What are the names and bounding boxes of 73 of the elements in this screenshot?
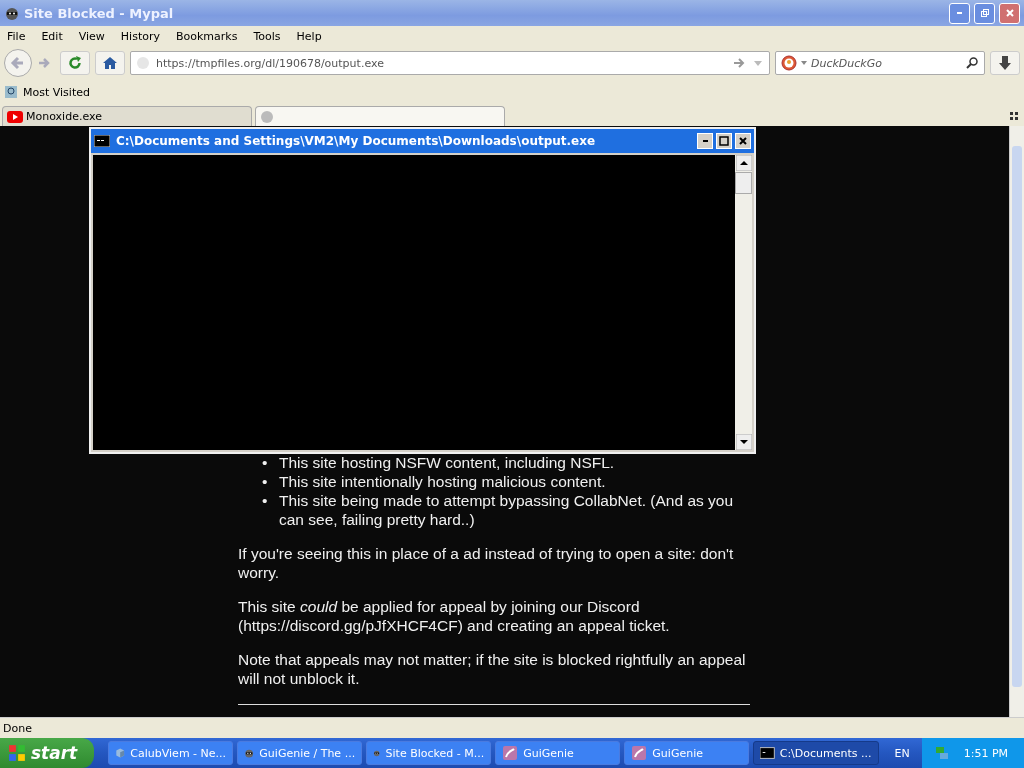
back-arrow-icon [10, 55, 26, 71]
forward-icon[interactable] [37, 56, 51, 70]
browser-tab[interactable]: Monoxide.exe [2, 106, 252, 126]
url-text[interactable]: https://tmpfiles.org/dl/190678/output.exe [156, 56, 384, 70]
maximize-button[interactable] [716, 133, 732, 149]
search-field[interactable]: DuckDuckGo [811, 56, 962, 70]
download-button[interactable] [990, 51, 1020, 75]
close-icon [738, 136, 748, 146]
minimize-button[interactable] [697, 133, 713, 149]
search-bar[interactable]: DuckDuckGo [775, 51, 985, 75]
console-icon [760, 747, 775, 759]
menu-item[interactable]: File [7, 29, 26, 43]
console-title: C:\Documents and Settings\VM2\My Documents\Downloads\output.exe [116, 134, 596, 148]
taskbar-button[interactable]: GuiGenie [495, 741, 621, 765]
globe-icon [136, 56, 150, 70]
taskbar-button[interactable]: CalubViem - Ne... [107, 741, 234, 765]
reload-button[interactable] [60, 51, 90, 75]
menu-item[interactable]: History [120, 29, 160, 43]
close-icon [1004, 8, 1015, 18]
clock: 1:51 PM [963, 746, 1009, 760]
paragraph: This site could be applied for appeal by joining our Discord (https://discord.gg/pJfXHCF4CF) and creating an appeal ticket. [238, 597, 671, 635]
menu-item[interactable]: Edit [41, 29, 63, 43]
search-icon[interactable] [965, 56, 979, 70]
windows-logo-icon [8, 744, 26, 762]
play-logo-icon [7, 110, 23, 123]
address-bar[interactable]: https://tmpfiles.org/dl/190678/output.exe [130, 51, 770, 75]
list-item: This site hosting NSFW content, including NSFL. [279, 453, 615, 472]
bullet: • [262, 453, 269, 472]
reload-icon [67, 55, 83, 71]
app-icon [631, 745, 648, 761]
home-button[interactable] [95, 51, 125, 75]
browser-tab[interactable] [255, 106, 505, 126]
app-icon [502, 745, 519, 761]
taskbar-button[interactable]: GuiGenie / The ... [237, 741, 363, 765]
menu-item[interactable]: Tools [253, 29, 281, 43]
raccoon-icon [4, 5, 20, 21]
restore-button[interactable] [974, 2, 995, 24]
minimize-icon [702, 140, 708, 142]
scrollbar[interactable] [1009, 126, 1024, 717]
taskbar-button[interactable]: C:\Documents ... [753, 741, 879, 765]
scroll-thumb[interactable] [735, 172, 752, 194]
bullet: • [262, 491, 269, 511]
folder-icon [4, 85, 18, 99]
start-button[interactable]: start [0, 738, 94, 768]
bookmark-item[interactable]: Most Visited [4, 85, 90, 99]
go-icon[interactable] [732, 56, 746, 70]
console-icon [94, 135, 110, 147]
duck-icon [781, 55, 797, 71]
grid-icon[interactable] [1010, 112, 1018, 120]
menu-item[interactable]: Help [296, 29, 322, 43]
bullet: • [262, 472, 269, 491]
down-arrow-icon [997, 55, 1013, 71]
paragraph: Note that appeals may not matter; if the site is blocked rightfully an appeal will not unblock it. [238, 650, 747, 688]
back-button[interactable] [4, 49, 32, 77]
globe-icon [260, 109, 274, 124]
status-text: Done [3, 721, 32, 735]
menu-item[interactable]: Bookmarks [176, 29, 238, 43]
restore-icon [979, 8, 990, 18]
list-item: This site intentionally hosting malicious content. [279, 472, 606, 491]
close-button[interactable] [735, 133, 751, 149]
dropdown-icon[interactable] [800, 60, 808, 66]
taskbar-button[interactable]: Site Blocked - M... [366, 741, 492, 765]
scroll-up-button[interactable] [735, 155, 752, 171]
taskbar-button[interactable]: GuiGenie [624, 741, 750, 765]
list-item: This site being made to attempt bypassing CollabNet. (And as you can see, failing pretty hard..) [279, 491, 735, 529]
scroll-down-button[interactable] [735, 434, 752, 450]
minimize-icon [957, 12, 962, 14]
menu-item[interactable]: View [78, 29, 105, 43]
language-indicator[interactable]: EN [886, 746, 918, 760]
paragraph: If you're seeing this in place of a ad instead of trying to open a site: don't worry. [238, 544, 735, 582]
maximize-icon [719, 136, 729, 146]
window-title: Site Blocked - Mypal [24, 5, 174, 21]
home-icon [102, 55, 118, 71]
